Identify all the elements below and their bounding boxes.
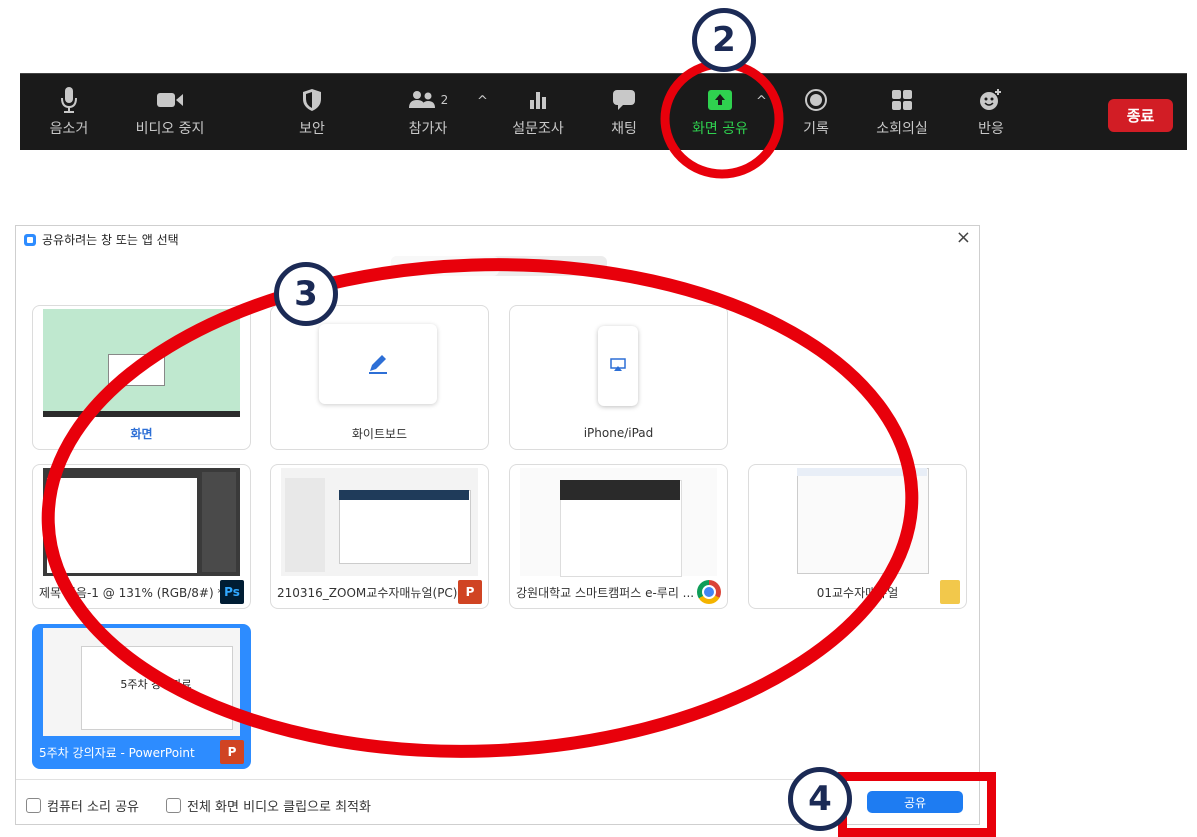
step-2-badge: 2 — [692, 8, 756, 72]
step-4-badge: 4 — [788, 767, 852, 831]
annotation-overlay — [41, 59, 919, 758]
step-3-badge: 3 — [274, 262, 338, 326]
share-button-highlight — [838, 772, 996, 837]
options-highlight-ellipse — [41, 258, 919, 758]
share-highlight-ellipse — [660, 59, 784, 179]
